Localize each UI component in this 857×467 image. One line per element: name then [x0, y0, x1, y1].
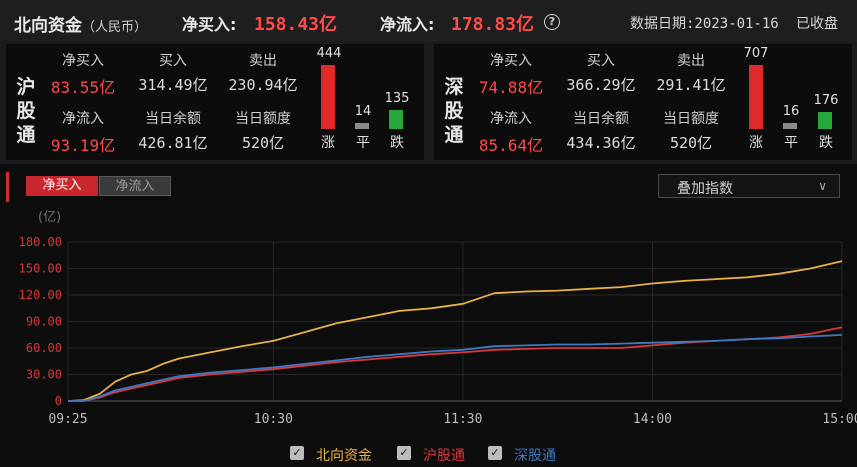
y-tick-label: 120.00 [19, 288, 62, 302]
legend-north: 北向资金 [316, 448, 372, 464]
x-tick-label: 09:25 [48, 412, 87, 427]
sz-checkbox[interactable]: ✓ [488, 446, 502, 460]
x-tick-label: 11:30 [443, 412, 482, 427]
x-tick-label: 14:00 [633, 412, 672, 427]
line-chart: 180.00 150.00 120.00 90.00 60.00 30.00 0 09:25 1… [19, 235, 857, 427]
y-tick-label: 180.00 [19, 235, 62, 249]
y-tick-label: 0 [55, 394, 62, 408]
legend-sz: 深股通 [514, 448, 556, 464]
sh-checkbox[interactable]: ✓ [397, 446, 411, 460]
legend-sh: 沪股通 [423, 448, 465, 464]
north-checkbox[interactable]: ✓ [290, 446, 304, 460]
series-line-sz [68, 334, 843, 402]
series-line-sh [68, 326, 843, 402]
y-tick-label: 90.00 [26, 315, 62, 329]
y-tick-label: 30.00 [26, 368, 62, 382]
x-tick-label: 10:30 [254, 412, 293, 427]
y-tick-label: 150.00 [19, 262, 62, 276]
y-tick-label: 60.00 [26, 341, 62, 355]
x-tick-label: 15:00 [822, 412, 857, 427]
series-line-north [67, 260, 843, 402]
